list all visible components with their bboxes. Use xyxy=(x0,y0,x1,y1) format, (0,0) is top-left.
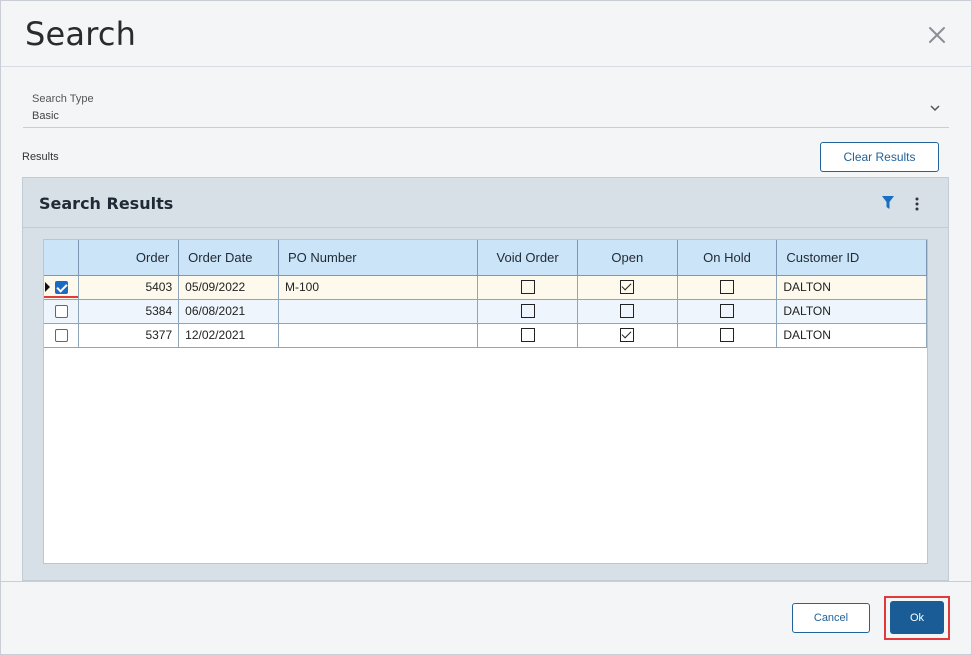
customer-id-cell: DALTON xyxy=(776,299,927,324)
panel-header: Search Results xyxy=(23,178,948,228)
column-header-void-order[interactable]: Void Order xyxy=(477,240,578,276)
row-select-cell xyxy=(44,323,80,348)
table-row[interactable]: 5384 06/08/2021 DALTON xyxy=(44,299,927,324)
order-cell: 5377 xyxy=(78,323,180,348)
po-number-cell xyxy=(278,323,479,348)
column-header-order-date[interactable]: Order Date xyxy=(178,240,279,276)
column-header-select[interactable] xyxy=(44,240,80,276)
column-header-open[interactable]: Open xyxy=(577,240,678,276)
table-row[interactable]: 5403 05/09/2022 M-100 DALTON xyxy=(44,275,927,300)
open-checkbox xyxy=(620,328,635,343)
on-hold-cell xyxy=(677,275,778,300)
open-cell xyxy=(577,299,678,324)
on-hold-cell xyxy=(677,323,778,348)
void-order-checkbox xyxy=(520,328,535,343)
void-order-cell xyxy=(477,275,578,300)
chevron-down-icon xyxy=(930,105,940,112)
dialog-header: Search xyxy=(1,1,971,67)
cancel-button[interactable]: Cancel xyxy=(792,603,870,633)
column-header-customer-id[interactable]: Customer ID xyxy=(776,240,927,276)
customer-id-cell: DALTON xyxy=(776,275,927,300)
void-order-checkbox xyxy=(520,280,535,295)
customer-id-cell: DALTON xyxy=(776,323,927,348)
column-header-on-hold[interactable]: On Hold xyxy=(677,240,778,276)
void-order-cell xyxy=(477,323,578,348)
open-cell xyxy=(577,275,678,300)
order-cell: 5384 xyxy=(78,299,180,324)
on-hold-cell xyxy=(677,299,778,324)
order-date-cell: 05/09/2022 xyxy=(178,275,279,300)
row-select-checkbox[interactable] xyxy=(54,305,68,319)
ok-button[interactable]: Ok xyxy=(890,601,944,634)
search-type-select[interactable]: Search Type Basic xyxy=(23,89,949,128)
results-grid: Order Order Date PO Number Void Order Op… xyxy=(43,239,928,564)
column-header-order[interactable]: Order xyxy=(78,240,180,276)
table-header-row: Order Order Date PO Number Void Order Op… xyxy=(44,240,927,276)
row-select-checkbox[interactable] xyxy=(54,281,68,295)
filter-icon[interactable] xyxy=(882,196,894,210)
open-checkbox xyxy=(620,280,635,295)
search-type-label: Search Type xyxy=(32,93,94,105)
row-select-cell xyxy=(44,299,80,324)
order-date-cell: 12/02/2021 xyxy=(178,323,279,348)
order-date-cell: 06/08/2021 xyxy=(178,299,279,324)
void-order-cell xyxy=(477,299,578,324)
on-hold-checkbox xyxy=(720,328,735,343)
clear-results-button[interactable]: Clear Results xyxy=(820,142,939,172)
void-order-checkbox xyxy=(520,304,535,319)
close-icon[interactable] xyxy=(925,23,949,47)
open-cell xyxy=(577,323,678,348)
on-hold-checkbox xyxy=(720,304,735,319)
search-dialog: Search Search Type Basic Results Clear R… xyxy=(0,0,972,655)
results-label: Results xyxy=(22,151,59,163)
search-type-value: Basic xyxy=(32,110,59,122)
on-hold-checkbox xyxy=(720,280,735,295)
open-checkbox xyxy=(620,304,635,319)
panel-title: Search Results xyxy=(39,194,174,213)
dialog-title: Search xyxy=(25,15,137,53)
order-cell: 5403 xyxy=(78,275,180,300)
more-vertical-icon[interactable] xyxy=(914,197,920,211)
table-row[interactable]: 5377 12/02/2021 DALTON xyxy=(44,323,927,348)
row-select-checkbox[interactable] xyxy=(54,329,68,343)
search-results-panel: Search Results Order Order Date PO Numbe… xyxy=(22,177,949,581)
dialog-footer: Cancel Ok xyxy=(1,581,971,654)
row-pointer-icon xyxy=(45,281,50,292)
column-header-po-number[interactable]: PO Number xyxy=(278,240,479,276)
row-select-cell xyxy=(44,275,80,300)
results-table: Order Order Date PO Number Void Order Op… xyxy=(44,240,927,348)
po-number-cell xyxy=(278,299,479,324)
po-number-cell: M-100 xyxy=(278,275,479,300)
